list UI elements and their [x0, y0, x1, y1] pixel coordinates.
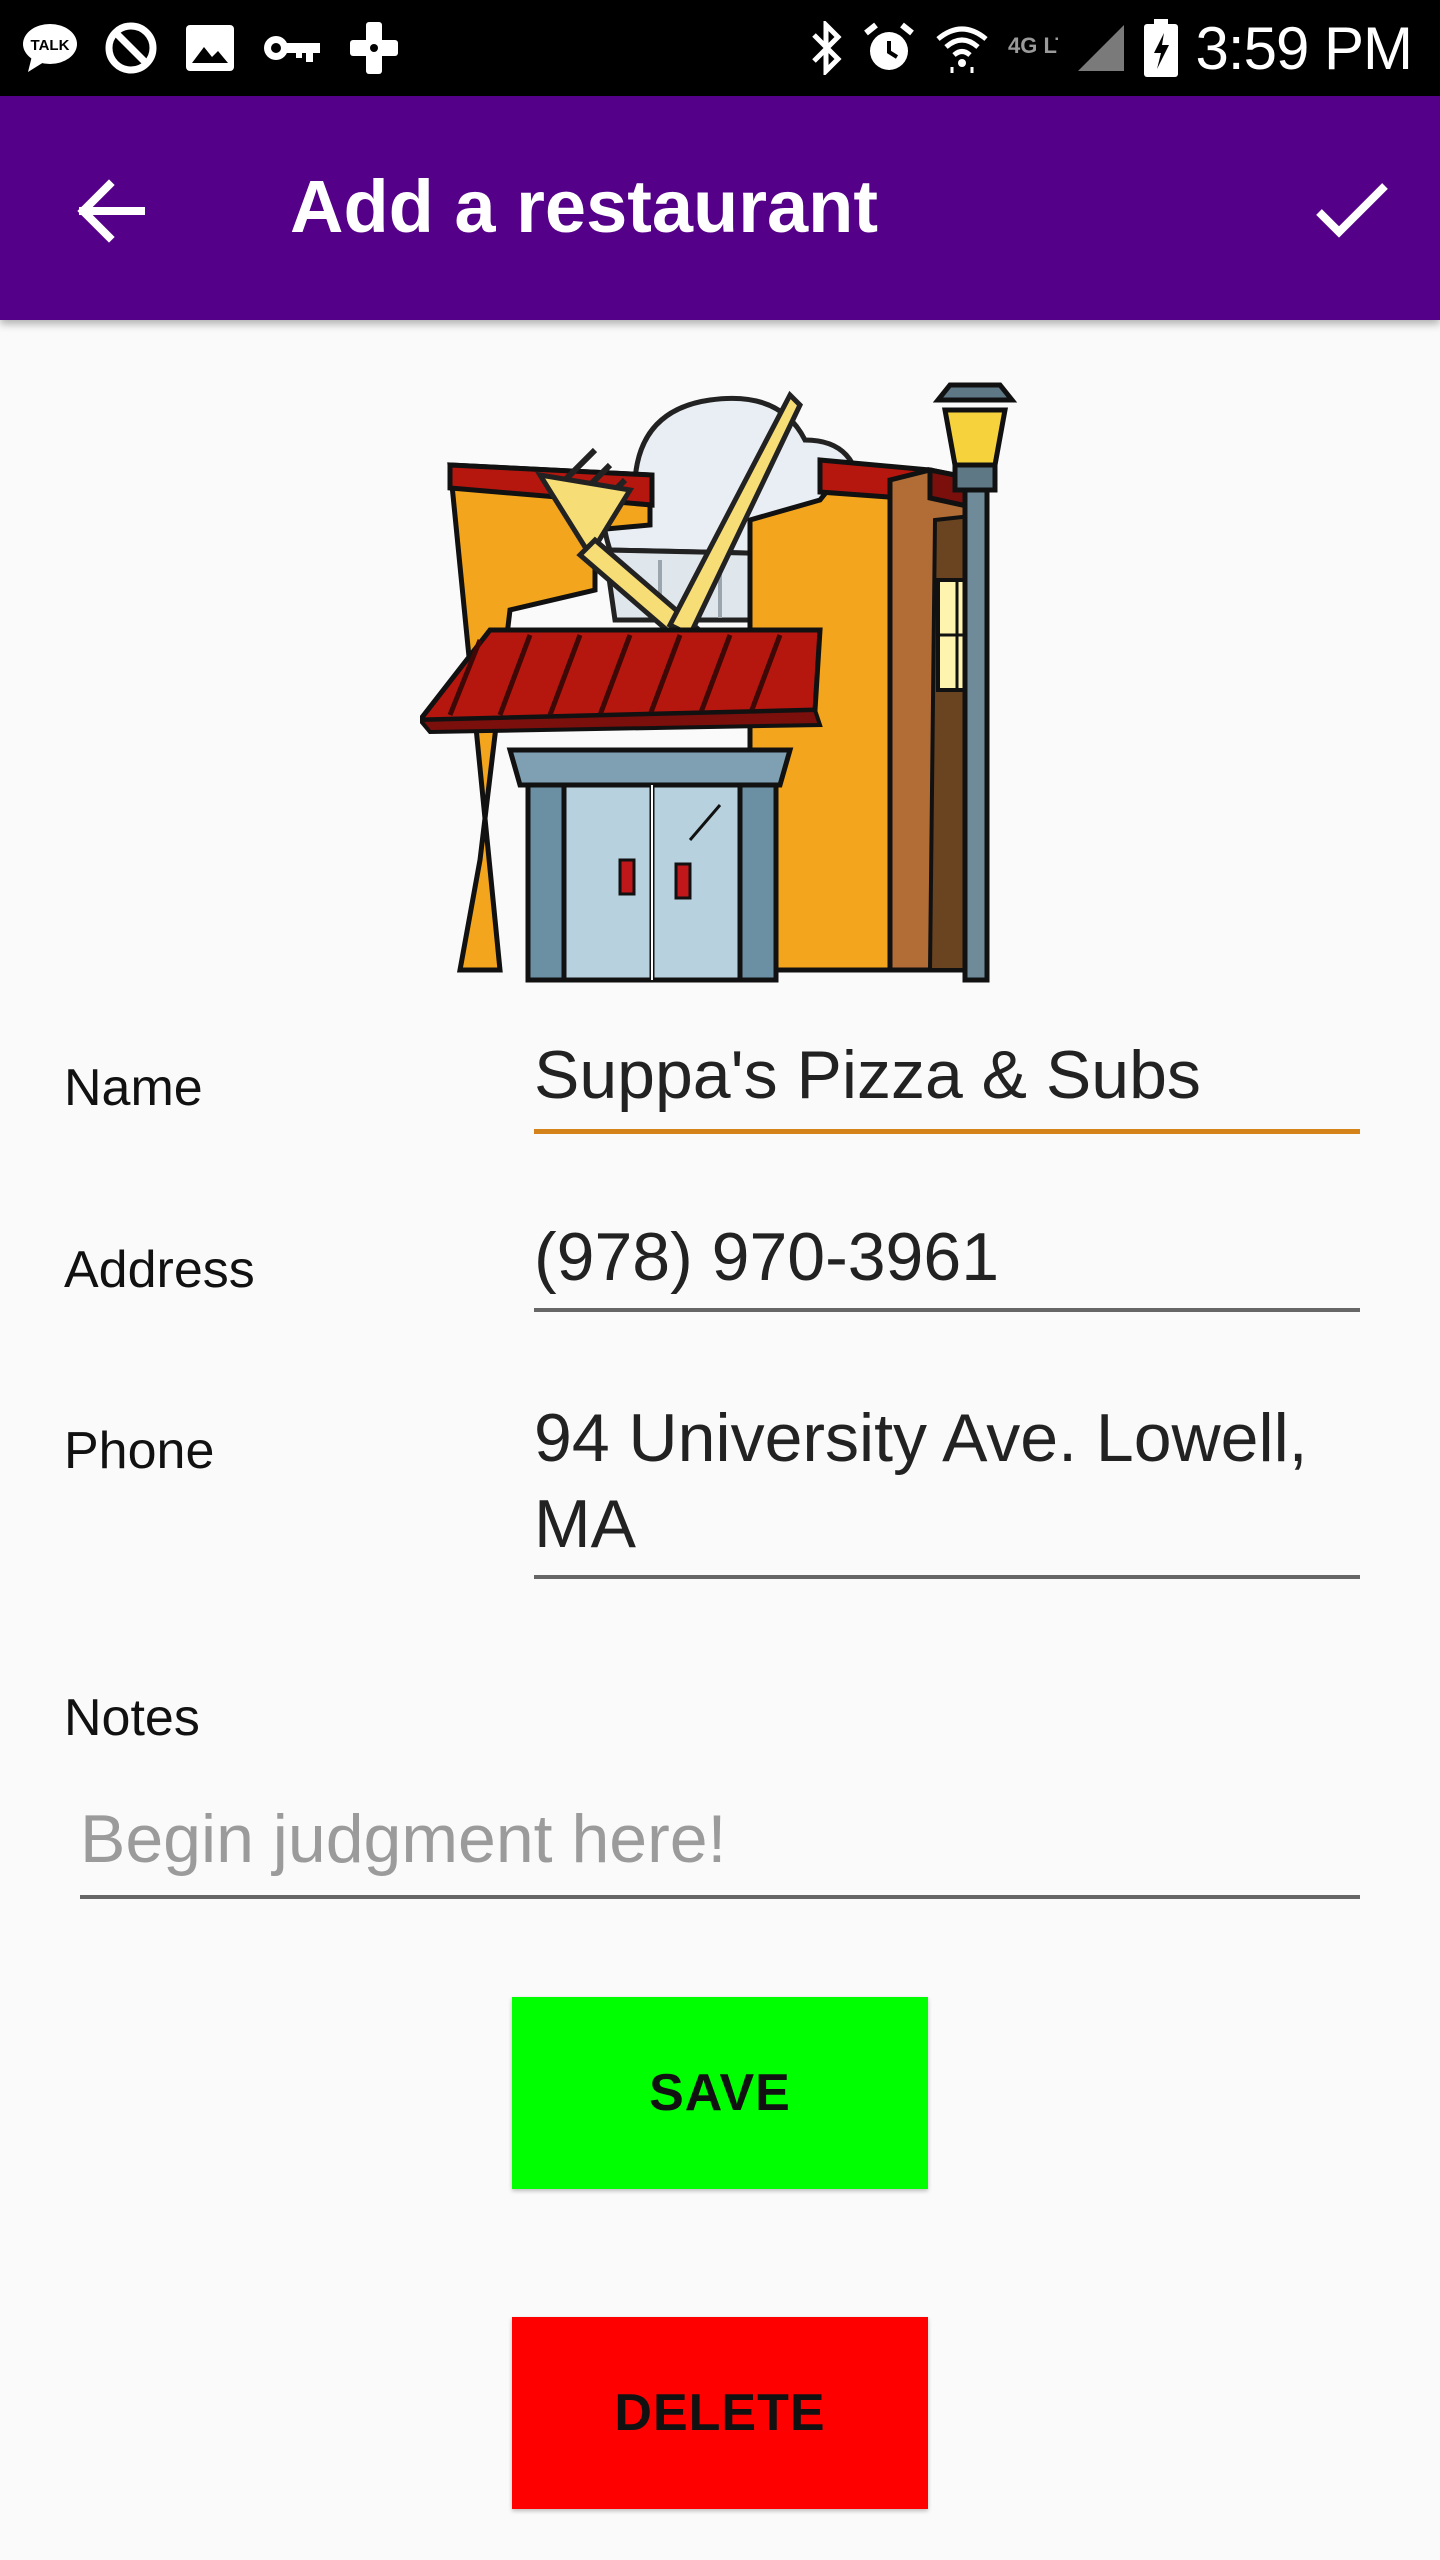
cell-signal-icon [1076, 23, 1126, 73]
page-title: Add a restaurant [290, 165, 879, 248]
status-bar: TALK 4G L 3:59 PM [0, 0, 1440, 96]
image-icon [184, 23, 236, 73]
address-field[interactable]: (978) 970-3961 [534, 1214, 1360, 1300]
confirm-button[interactable] [1294, 152, 1410, 268]
alarm-icon [862, 21, 916, 75]
kakaotalk-icon: TALK [22, 22, 78, 74]
notes-input-underline [80, 1895, 1360, 1899]
status-time: 3:59 PM [1195, 14, 1413, 82]
game-controller-icon [348, 20, 400, 76]
status-bar-right-icons: 4G LTE 3:59 PM [810, 14, 1413, 82]
phone-field[interactable]: 94 University Ave. Lowell, MA [534, 1395, 1360, 1567]
back-button[interactable] [56, 156, 166, 266]
bluetooth-icon [810, 21, 844, 75]
restaurant-storefront-illustration [414, 380, 1020, 990]
app-bar: Add a restaurant [0, 96, 1440, 320]
address-label: Address [64, 1241, 255, 1299]
name-label: Name [64, 1059, 203, 1117]
battery-charging-icon [1143, 19, 1178, 77]
name-field-underline [534, 1129, 1360, 1134]
do-not-disturb-icon [104, 21, 158, 75]
delete-button[interactable]: DELETE [512, 2317, 928, 2509]
address-field-underline [534, 1308, 1360, 1312]
network-type-label: 4G LTE [1008, 31, 1058, 65]
name-field[interactable]: Suppa's Pizza & Subs [534, 1032, 1360, 1118]
svg-text:4G LTE: 4G LTE [1008, 33, 1058, 58]
save-button[interactable]: SAVE [512, 1997, 928, 2189]
arrow-back-icon [77, 179, 145, 243]
check-icon [1316, 183, 1388, 238]
notes-input[interactable]: Begin judgment here! [80, 1800, 1360, 1878]
phone-field-underline [534, 1575, 1360, 1579]
wifi-icon [934, 23, 990, 73]
svg-text:TALK: TALK [31, 37, 70, 54]
status-bar-left-icons: TALK [22, 18, 400, 78]
vpn-key-icon [262, 30, 322, 66]
phone-label: Phone [64, 1422, 215, 1480]
notes-label: Notes [64, 1689, 200, 1747]
